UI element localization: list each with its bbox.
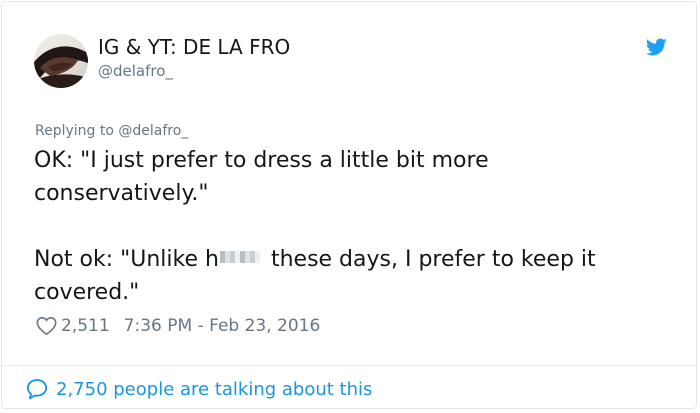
twitter-bird-icon[interactable]	[644, 36, 668, 58]
tweet-line-text: conservatively."	[34, 181, 209, 206]
tweet-line-text: Not ok: "Unlike h	[34, 247, 219, 272]
tweet-line-text: OK: "I just prefer to dress a little bit…	[34, 148, 489, 173]
tweet-line-text: these days, I prefer to keep it	[263, 247, 596, 272]
conversation-label[interactable]: 2,750 people are talking about this	[56, 379, 372, 400]
tweet-line-text: covered."	[34, 280, 140, 305]
conversation-link[interactable]: 2,750 people are talking about this	[26, 375, 372, 403]
tweet-line: OK: "I just prefer to dress a little bit…	[34, 144, 674, 210]
divider	[2, 365, 696, 366]
tweet-card: IG & YT: DE LA FRO @delafro_ Replying to…	[1, 1, 697, 409]
user-handle[interactable]: @delafro_	[98, 61, 173, 81]
tweet-meta: 2,511 7:36 PM - Feb 23, 2016	[36, 315, 320, 337]
timestamp[interactable]: 7:36 PM - Feb 23, 2016	[124, 316, 321, 336]
like-count[interactable]: 2,511	[61, 316, 110, 336]
replying-to[interactable]: Replying to @delafro_	[35, 121, 188, 141]
censored-word-blur	[219, 251, 260, 263]
heart-icon[interactable]	[36, 316, 57, 336]
speech-bubble-icon	[26, 379, 48, 400]
avatar[interactable]	[34, 34, 88, 88]
display-name[interactable]: IG & YT: DE LA FRO	[98, 35, 290, 59]
tweet-line: Not ok: "Unlike h these days, I prefer t…	[34, 243, 674, 309]
tweet-text: OK: "I just prefer to dress a little bit…	[34, 144, 674, 309]
